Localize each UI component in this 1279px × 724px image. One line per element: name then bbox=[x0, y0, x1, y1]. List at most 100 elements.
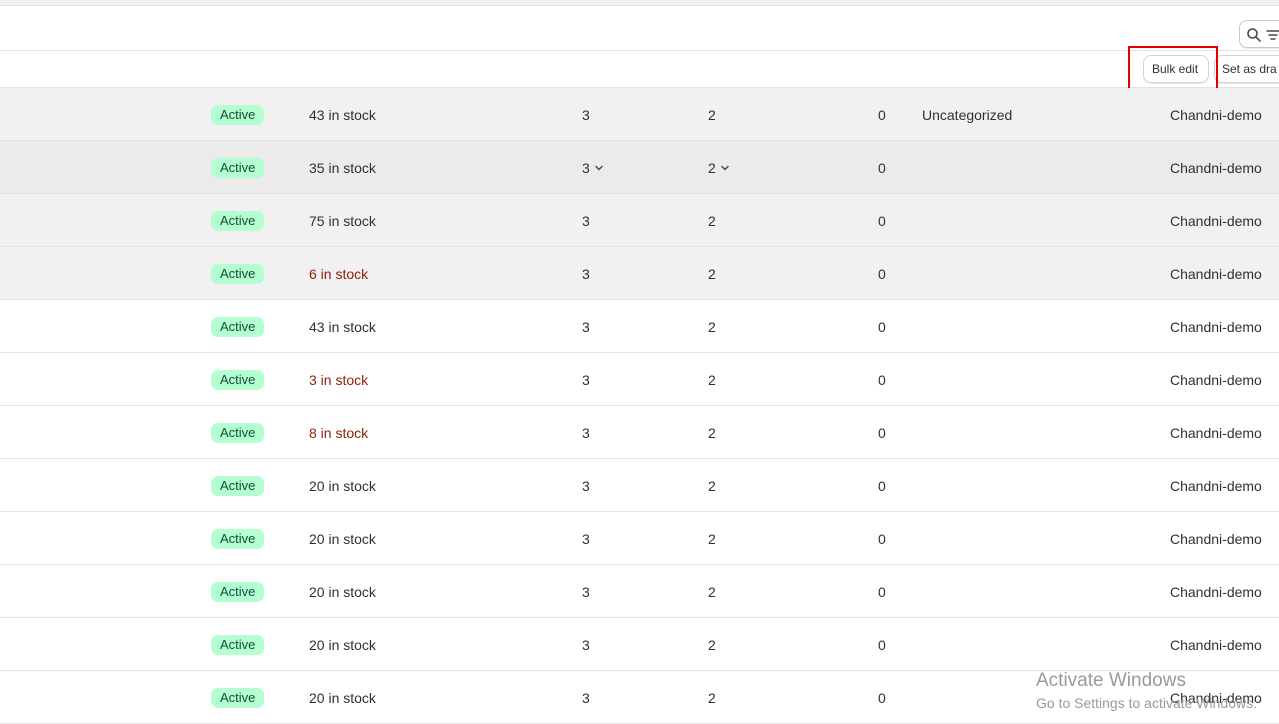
sales-channels-cell: 0 bbox=[878, 584, 886, 600]
sales-channels-cell: 0 bbox=[878, 107, 886, 123]
inventory-cell: 6 in stock bbox=[309, 266, 369, 282]
inventory-cell: 20 in stock bbox=[309, 478, 376, 494]
sales-channels-cell: 0 bbox=[878, 425, 886, 441]
catalogs-cell: 2 bbox=[708, 636, 716, 654]
chevron-down-icon bbox=[721, 166, 729, 171]
markets-value: 3 bbox=[582, 531, 590, 547]
vendor-cell: Chandni-demo bbox=[1170, 213, 1262, 229]
inventory-cell: 20 in stock bbox=[309, 690, 376, 706]
status-badge: Active bbox=[211, 211, 265, 231]
sales-channels-cell: 0 bbox=[878, 690, 886, 706]
search-icon bbox=[1247, 28, 1261, 42]
vendor-cell: Chandni-demo bbox=[1170, 160, 1262, 176]
bulk-edit-button[interactable]: Bulk edit bbox=[1143, 55, 1209, 83]
status-badge: Active bbox=[211, 476, 265, 496]
catalogs-value: 2 bbox=[708, 690, 716, 706]
vendor-cell: Chandni-demo bbox=[1170, 372, 1262, 388]
catalogs-value: 2 bbox=[708, 637, 716, 653]
markets-cell: 3 bbox=[582, 583, 590, 601]
markets-value: 3 bbox=[582, 107, 590, 123]
status-badge: Active bbox=[211, 158, 265, 178]
sales-channels-cell: 0 bbox=[878, 531, 886, 547]
status-badge: Active bbox=[211, 370, 265, 390]
catalogs-cell: 2 bbox=[708, 106, 716, 124]
set-as-draft-button[interactable]: Set as dra bbox=[1214, 55, 1279, 83]
inventory-cell: 3 in stock bbox=[309, 372, 369, 388]
sales-channels-cell: 0 bbox=[878, 372, 886, 388]
vendor-cell: Chandni-demo bbox=[1170, 478, 1262, 494]
markets-cell: 3 bbox=[582, 318, 590, 336]
catalogs-value: 2 bbox=[708, 584, 716, 600]
bulk-actions-bar bbox=[0, 51, 1279, 88]
inventory-cell: 75 in stock bbox=[309, 213, 376, 229]
table-row[interactable]: Active 20 in stock 3 2 0 Chandni-demo bbox=[0, 512, 1279, 565]
table-row[interactable]: Active 35 in stock 3 2 0 Chandni-demo bbox=[0, 141, 1279, 194]
markets-value: 3 bbox=[582, 690, 590, 706]
inventory-cell: 20 in stock bbox=[309, 531, 376, 547]
sales-channels-cell: 0 bbox=[878, 160, 886, 176]
status-badge: Active bbox=[211, 688, 265, 708]
status-badge: Active bbox=[211, 317, 265, 337]
search-filter-button[interactable] bbox=[1239, 20, 1279, 48]
markets-value: 3 bbox=[582, 319, 590, 335]
markets-cell: 3 bbox=[582, 636, 590, 654]
catalogs-value: 2 bbox=[708, 319, 716, 335]
catalogs-value: 2 bbox=[708, 160, 716, 176]
markets-value: 3 bbox=[582, 160, 590, 176]
sales-channels-cell: 0 bbox=[878, 266, 886, 282]
vendor-cell: Chandni-demo bbox=[1170, 637, 1262, 653]
inventory-cell: 20 in stock bbox=[309, 584, 376, 600]
markets-value: 3 bbox=[582, 425, 590, 441]
markets-cell: 3 bbox=[582, 106, 590, 124]
status-badge: Active bbox=[211, 105, 265, 125]
catalogs-cell: 2 bbox=[708, 265, 716, 283]
catalogs-cell: 2 bbox=[708, 689, 716, 707]
markets-cell[interactable]: 3 bbox=[582, 159, 604, 177]
table-row[interactable]: Active 43 in stock 3 2 0 Uncategorized Chandni… bbox=[0, 88, 1279, 141]
vendor-cell: Chandni-demo bbox=[1170, 531, 1262, 547]
inventory-cell: 8 in stock bbox=[309, 425, 369, 441]
catalogs-cell: 2 bbox=[708, 424, 716, 442]
table-row[interactable]: Active 75 in stock 3 2 0 Chandni-demo bbox=[0, 194, 1279, 247]
markets-cell: 3 bbox=[582, 530, 590, 548]
markets-value: 3 bbox=[582, 372, 590, 388]
catalogs-cell[interactable]: 2 bbox=[708, 159, 730, 177]
windows-activation-watermark: Activate Windows Go to Settings to activ… bbox=[1036, 670, 1257, 712]
status-badge: Active bbox=[211, 582, 265, 602]
catalogs-value: 2 bbox=[708, 478, 716, 494]
markets-value: 3 bbox=[582, 584, 590, 600]
inventory-cell: 43 in stock bbox=[309, 319, 376, 335]
markets-value: 3 bbox=[582, 637, 590, 653]
inventory-cell: 20 in stock bbox=[309, 637, 376, 653]
chevron-down-icon bbox=[595, 166, 603, 171]
catalogs-value: 2 bbox=[708, 372, 716, 388]
status-badge: Active bbox=[211, 529, 265, 549]
markets-cell: 3 bbox=[582, 212, 590, 230]
table-row[interactable]: Active 43 in stock 3 2 0 Chandni-demo bbox=[0, 300, 1279, 353]
inventory-cell: 43 in stock bbox=[309, 107, 376, 123]
inventory-cell: 35 in stock bbox=[309, 160, 376, 176]
sales-channels-cell: 0 bbox=[878, 637, 886, 653]
table-row[interactable]: Active 8 in stock 3 2 0 Chandni-demo bbox=[0, 406, 1279, 459]
markets-value: 3 bbox=[582, 478, 590, 494]
markets-value: 3 bbox=[582, 266, 590, 282]
markets-cell: 3 bbox=[582, 265, 590, 283]
sales-channels-cell: 0 bbox=[878, 213, 886, 229]
catalogs-value: 2 bbox=[708, 213, 716, 229]
vendor-cell: Chandni-demo bbox=[1170, 107, 1262, 123]
status-badge: Active bbox=[211, 635, 265, 655]
vendor-cell: Chandni-demo bbox=[1170, 319, 1262, 335]
table-row[interactable]: Active 20 in stock 3 2 0 Chandni-demo bbox=[0, 565, 1279, 618]
catalogs-cell: 2 bbox=[708, 318, 716, 336]
category-cell: Uncategorized bbox=[922, 107, 1013, 123]
table-row[interactable]: Active 20 in stock 3 2 0 Chandni-demo bbox=[0, 459, 1279, 512]
catalogs-value: 2 bbox=[708, 531, 716, 547]
catalogs-cell: 2 bbox=[708, 477, 716, 495]
catalogs-cell: 2 bbox=[708, 583, 716, 601]
table-row[interactable]: Active 20 in stock 3 2 0 Chandni-demo bbox=[0, 618, 1279, 671]
table-row[interactable]: Active 3 in stock 3 2 0 Chandni-demo bbox=[0, 353, 1279, 406]
table-row[interactable]: Active 6 in stock 3 2 0 Chandni-demo bbox=[0, 247, 1279, 300]
sales-channels-cell: 0 bbox=[878, 319, 886, 335]
catalogs-value: 2 bbox=[708, 107, 716, 123]
markets-cell: 3 bbox=[582, 477, 590, 495]
